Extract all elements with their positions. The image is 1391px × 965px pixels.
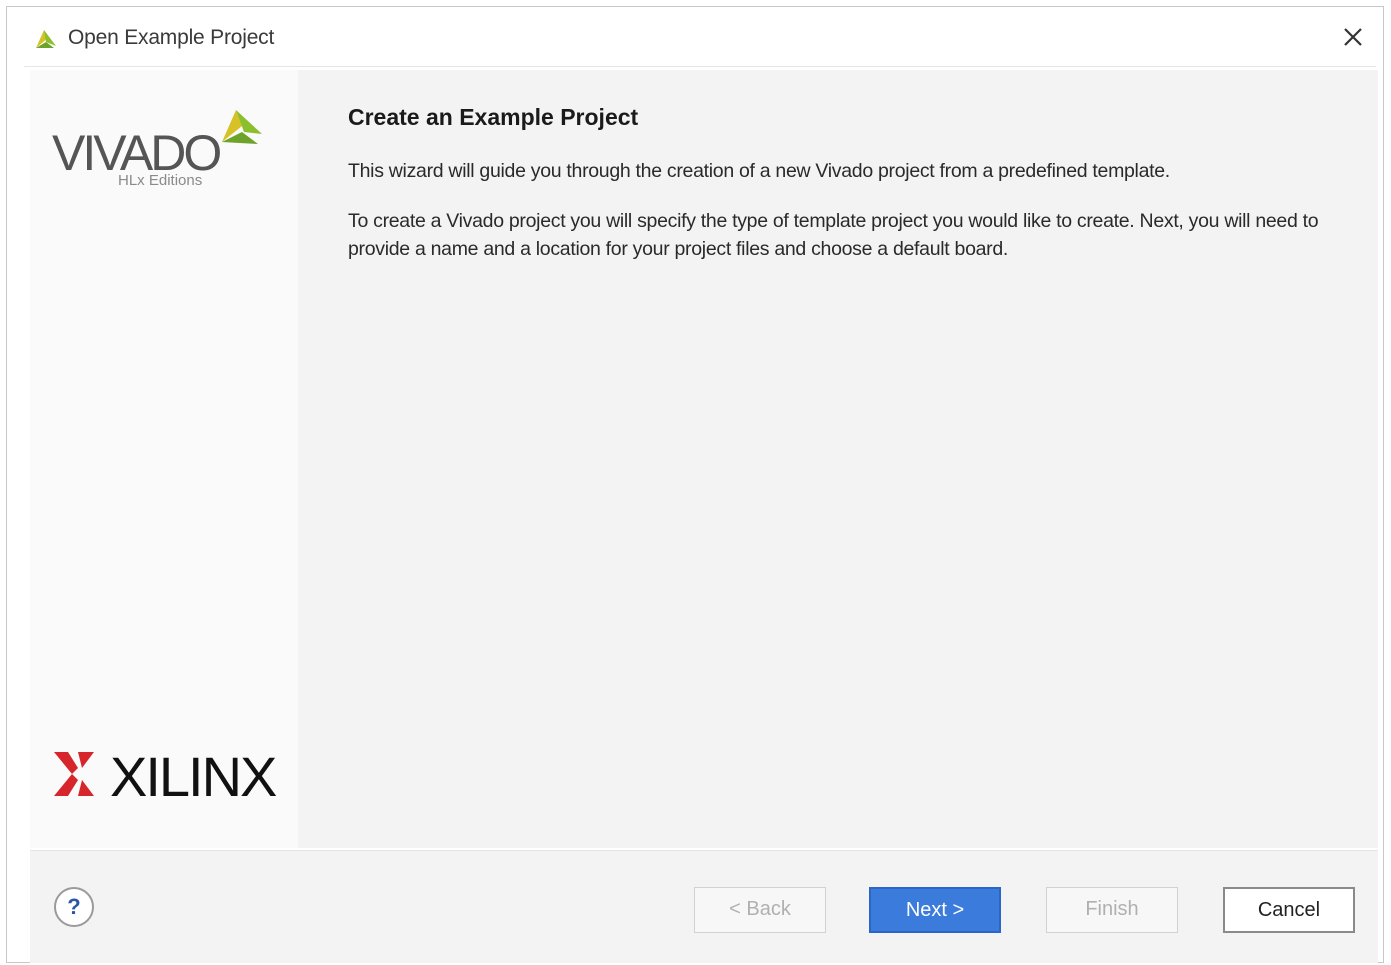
- wizard-content: Create an Example Project This wizard wi…: [298, 70, 1378, 848]
- help-button[interactable]: ?: [54, 887, 94, 927]
- next-button[interactable]: Next >: [869, 887, 1001, 933]
- cancel-button[interactable]: Cancel: [1223, 887, 1355, 933]
- button-bar: ? < Back Next > Finish Cancel: [30, 850, 1378, 963]
- title-bar: Open Example Project: [24, 10, 1376, 67]
- vivado-leaf-icon: [36, 30, 56, 48]
- window-title: Open Example Project: [68, 26, 275, 49]
- description-paragraph-1: This wizard will guide you through the c…: [348, 160, 1170, 182]
- xilinx-logo-text: XILINX: [110, 745, 277, 808]
- close-icon[interactable]: [1338, 22, 1368, 52]
- vivado-logo-subtitle: HLx Editions: [118, 172, 203, 189]
- vivado-leaf-icon: [222, 110, 262, 144]
- xilinx-logo: XILINX: [52, 744, 282, 808]
- description-paragraph-2: To create a Vivado project you will spec…: [348, 210, 1319, 260]
- back-button[interactable]: < Back: [694, 887, 826, 933]
- page-title: Create an Example Project: [348, 104, 639, 130]
- vivado-logo: VIVADO HLx Editions: [52, 104, 272, 204]
- xilinx-mark-icon: [54, 752, 94, 796]
- finish-button[interactable]: Finish: [1046, 887, 1178, 933]
- sidebar-branding: VIVADO HLx Editions XILINX: [30, 70, 298, 848]
